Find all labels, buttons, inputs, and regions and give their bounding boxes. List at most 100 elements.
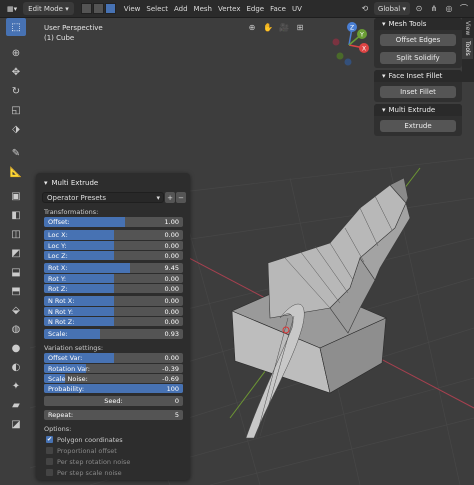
loc-z-field[interactable]: Loc Z: 0.00	[44, 250, 183, 260]
loc-x-field[interactable]: Loc X: 0.00	[44, 230, 183, 240]
operator-title[interactable]: Multi Extrude	[40, 176, 186, 189]
vertex-select-icon[interactable]	[80, 3, 92, 14]
add-cube-icon[interactable]: ▣	[6, 187, 26, 205]
split-solidify-button[interactable]: Split Solidify	[380, 52, 456, 64]
extrude-button[interactable]: Extrude	[380, 120, 456, 132]
scale-noise-field[interactable]: Scale Noise: -0.69	[44, 373, 183, 383]
inset-icon[interactable]: ◫	[6, 225, 26, 243]
orientation-select[interactable]: Global ▾	[373, 2, 410, 15]
rot-x-label: Rot X:	[48, 264, 68, 272]
rot-y-field[interactable]: Rot Y: 0.00	[44, 273, 183, 283]
rot-z-label: Rot Z:	[48, 285, 68, 293]
transform-pivot-icon[interactable]: ⟲	[359, 3, 371, 15]
overlay-icon[interactable]: ⌒	[458, 3, 470, 15]
menu-uv[interactable]: UV	[289, 2, 305, 15]
rotate-icon[interactable]: ↻	[6, 82, 26, 100]
menu-face[interactable]: Face	[267, 2, 289, 15]
multi-extrude-header[interactable]: Multi Extrude	[374, 104, 462, 116]
add-preset-button[interactable]: +	[165, 192, 175, 203]
per-step-scale-noise-checkbox[interactable]: Per step scale noise	[40, 467, 186, 478]
n-rot-y-field[interactable]: N Rot Y: 0.00	[44, 306, 183, 316]
presets-label: Operator Presets	[47, 193, 107, 202]
bevel-icon[interactable]: ◩	[6, 244, 26, 262]
rot-x-field[interactable]: Rot X: 9.45	[44, 263, 183, 273]
checkbox-box[interactable]	[46, 469, 53, 476]
tab-tools[interactable]: Tools	[462, 38, 473, 60]
mesh-tools-header[interactable]: Mesh Tools	[374, 18, 462, 30]
inset-fillet-button[interactable]: Inset Fillet	[380, 86, 456, 98]
menu-add[interactable]: Add	[171, 2, 191, 15]
menu-view[interactable]: View	[121, 2, 144, 15]
loc-y-label: Loc Y:	[48, 242, 67, 250]
tab-view[interactable]: View	[462, 18, 473, 38]
shrink-fatten-icon[interactable]: ✦	[6, 377, 26, 395]
editor-type-icon[interactable]: ▦▾	[4, 2, 20, 15]
camera-icon[interactable]: 🎥	[278, 21, 290, 33]
n-rot-x-field[interactable]: N Rot X: 0.00	[44, 296, 183, 306]
polygon-coordinates-checkbox[interactable]: ✔ Polygon coordinates	[40, 434, 186, 445]
checkmark-icon[interactable]: ✔	[46, 436, 53, 443]
offset-var-field[interactable]: Offset Var: 0.00	[44, 353, 183, 363]
checkbox-box[interactable]	[46, 447, 53, 454]
extrude-icon[interactable]: ◧	[6, 206, 26, 224]
scale-noise-label: Scale Noise:	[48, 375, 88, 383]
knife-icon[interactable]: ⬒	[6, 282, 26, 300]
loc-y-value: 0.00	[164, 242, 179, 250]
move-icon[interactable]: ✥	[6, 63, 26, 81]
menu-select[interactable]: Select	[143, 2, 171, 15]
annotate-icon[interactable]: ✎	[6, 144, 26, 162]
orientation-label: Global	[377, 4, 401, 13]
edge-slide-icon[interactable]: ◐	[6, 358, 26, 376]
grid-view-icon[interactable]: ⊞	[294, 21, 306, 33]
n-rot-x-value: 0.00	[164, 297, 179, 305]
repeat-field[interactable]: Repeat: 5	[44, 410, 183, 420]
z-axis-label: Z	[350, 25, 354, 32]
edge-select-icon[interactable]	[92, 3, 104, 14]
per-step-rotation-noise-checkbox[interactable]: Per step rotation noise	[40, 456, 186, 467]
scale-icon[interactable]: ◱	[6, 101, 26, 119]
loop-cut-icon[interactable]: ⬓	[6, 263, 26, 281]
poly-build-icon[interactable]: ⬙	[6, 301, 26, 319]
per-step-rotation-noise-label: Per step rotation noise	[57, 457, 131, 466]
face-select-icon[interactable]	[104, 3, 116, 14]
remove-preset-button[interactable]: −	[176, 192, 186, 203]
face-inset-fillet-header[interactable]: Face Inset Fillet	[374, 70, 462, 82]
rot-z-field[interactable]: Rot Z: 0.00	[44, 283, 183, 293]
proportional-icon[interactable]: ◎	[443, 3, 455, 15]
seed-field[interactable]: Seed: 0	[44, 396, 183, 406]
offset-field[interactable]: Offset: 1.00	[44, 217, 183, 227]
menu-mesh[interactable]: Mesh	[191, 2, 215, 15]
transformations-group: Offset: 1.00 Loc X: 0.00 Loc Y: 0.00 Loc Z: 0.0…	[40, 217, 186, 339]
n-rot-z-label: N Rot Z:	[48, 318, 75, 326]
face-inset-fillet-section: Face Inset Fillet Inset Fillet	[374, 70, 462, 102]
offset-edges-button[interactable]: Offset Edges	[380, 34, 456, 46]
n-rot-z-field[interactable]: N Rot Z: 0.00	[44, 316, 183, 326]
shear-icon[interactable]: ▰	[6, 396, 26, 414]
pan-icon[interactable]: ✋	[262, 21, 274, 33]
select-box-icon[interactable]: ⬚	[6, 18, 26, 36]
transform-icon[interactable]: ⬗	[6, 120, 26, 138]
mode-select[interactable]: Edit Mode ▾	[23, 2, 74, 15]
neg-y-handle	[336, 52, 344, 60]
menu-edge[interactable]: Edge	[244, 2, 268, 15]
measure-icon[interactable]: 📐	[6, 163, 26, 181]
per-step-scale-noise-label: Per step scale noise	[57, 468, 122, 477]
probability-field[interactable]: Probability: 100	[44, 383, 183, 393]
scale-field[interactable]: Scale: 0.93	[44, 329, 183, 339]
pivot-icon[interactable]: ⊙	[413, 3, 425, 15]
menu-vertex[interactable]: Vertex	[215, 2, 244, 15]
cursor-icon[interactable]: ⊕	[6, 44, 26, 62]
checkbox-box[interactable]	[46, 458, 53, 465]
snap-icon[interactable]: ⋔	[428, 3, 440, 15]
rip-region-icon[interactable]: ◪	[6, 415, 26, 433]
proportional-offset-checkbox[interactable]: Proportional offset	[40, 445, 186, 456]
zoom-icon[interactable]: ⊕	[246, 21, 258, 33]
spin-icon[interactable]: ◍	[6, 320, 26, 338]
smooth-icon[interactable]: ●	[6, 339, 26, 357]
offset-var-value: 0.00	[164, 354, 179, 362]
n-rot-y-label: N Rot Y:	[48, 308, 74, 316]
rotation-var-field[interactable]: Rotation Var: -0.39	[44, 363, 183, 373]
operator-presets-select[interactable]: Operator Presets ▾	[42, 192, 164, 203]
navigation-gizmo[interactable]: X Y Z	[322, 18, 376, 72]
loc-y-field[interactable]: Loc Y: 0.00	[44, 240, 183, 250]
